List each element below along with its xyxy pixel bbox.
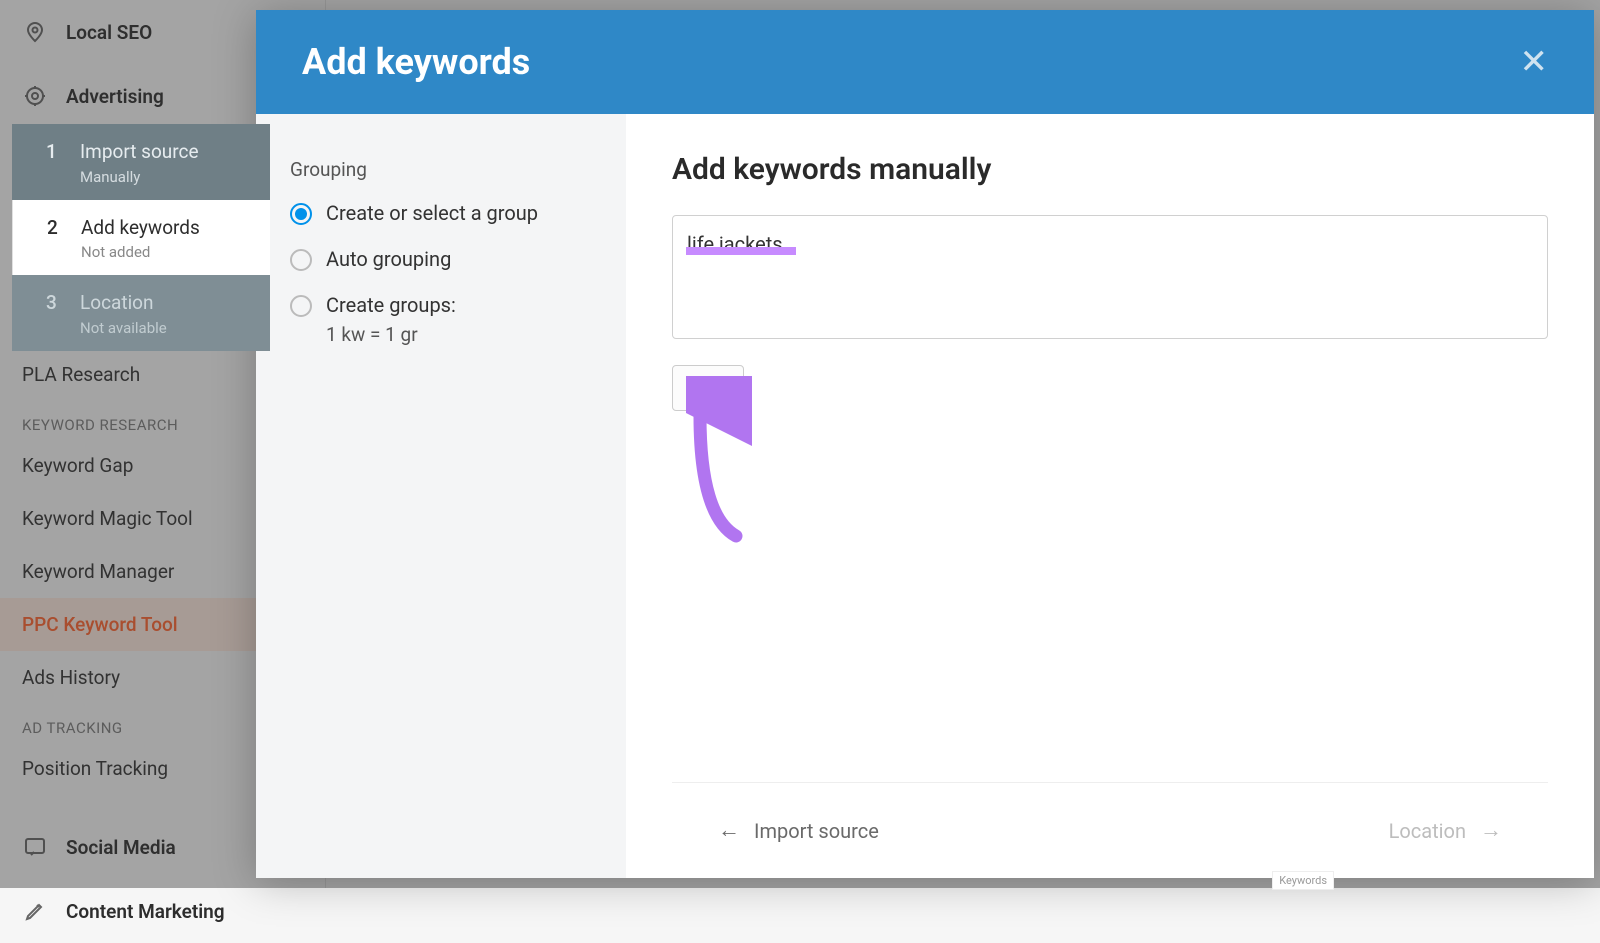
grouping-panel: Grouping Create or select a group Auto g… [256, 114, 626, 878]
radio-icon [290, 249, 312, 271]
wizard-nav: ← Import source Location → [672, 782, 1548, 878]
radio-label: Create or select a group [326, 201, 538, 225]
keywords-pill: Keywords [1272, 871, 1334, 890]
next-button[interactable]: Location → [1389, 819, 1502, 843]
pencil-icon [22, 898, 48, 924]
back-label: Import source [754, 819, 879, 843]
step-number: 2 [47, 216, 59, 239]
modal-header: Add keywords ✕ [256, 10, 1594, 114]
step-title: Location [80, 291, 167, 316]
radio-auto-grouping[interactable]: Auto grouping [290, 247, 592, 271]
wizard-steps: 1 Import source Manually 2 Add keywords … [12, 124, 270, 351]
radio-icon [290, 295, 312, 317]
step-add-keywords[interactable]: 2 Add keywords Not added [12, 200, 270, 276]
main-panel: Add keywords manually Add ← Import sourc… [626, 114, 1594, 878]
arrow-right-icon: → [1480, 820, 1502, 842]
step-number: 3 [46, 291, 58, 314]
step-subtitle: Not added [81, 243, 200, 261]
add-button[interactable]: Add [672, 365, 744, 411]
arrow-left-icon: ← [718, 820, 740, 842]
radio-label: Auto grouping [326, 247, 451, 271]
close-icon[interactable]: ✕ [1520, 45, 1549, 79]
next-label: Location [1389, 819, 1466, 843]
main-title: Add keywords manually [672, 152, 1548, 187]
modal-title: Add keywords [302, 41, 530, 83]
radio-create-select-group[interactable]: Create or select a group [290, 201, 592, 225]
step-number: 1 [46, 140, 58, 163]
step-subtitle: Manually [80, 168, 199, 186]
nav-label: Content Marketing [66, 900, 225, 923]
step-import-source[interactable]: 1 Import source Manually [12, 124, 270, 200]
keywords-textarea[interactable] [672, 215, 1548, 339]
back-button[interactable]: ← Import source [718, 819, 879, 843]
step-title: Import source [80, 140, 199, 165]
step-subtitle: Not available [80, 319, 167, 337]
radio-create-groups[interactable]: Create groups: 1 kw = 1 gr [290, 293, 592, 346]
grouping-title: Grouping [290, 158, 592, 181]
radio-icon [290, 203, 312, 225]
step-title: Add keywords [81, 216, 200, 241]
step-location[interactable]: 3 Location Not available [12, 275, 270, 351]
add-keywords-modal: Add keywords ✕ 1 Import source Manually … [256, 10, 1594, 878]
radio-sublabel: 1 kw = 1 gr [326, 323, 456, 346]
radio-label: Create groups: [326, 293, 456, 317]
nav-content-marketing[interactable]: Content Marketing [0, 879, 325, 943]
